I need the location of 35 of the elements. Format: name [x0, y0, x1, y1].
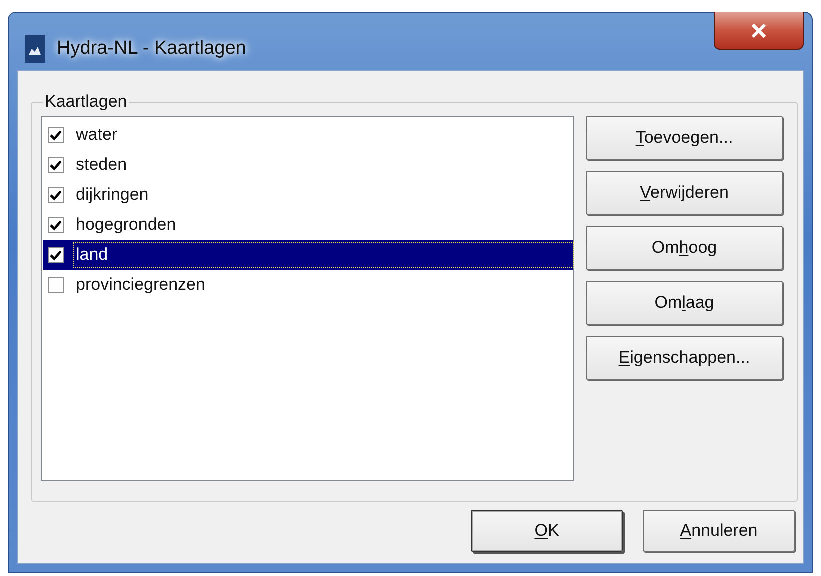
action-button[interactable]: Eigenschappen...	[586, 336, 783, 380]
layer-name: hogegronden	[75, 214, 178, 236]
checkbox[interactable]	[48, 187, 64, 203]
layer-item[interactable]: provinciegrenzen	[43, 270, 573, 300]
action-button[interactable]: Omhoog	[586, 226, 783, 270]
layer-item[interactable]: hogegronden	[43, 210, 573, 240]
group-label: Kaartlagen	[44, 92, 128, 112]
checkbox[interactable]	[48, 247, 64, 263]
checkbox[interactable]	[48, 127, 64, 143]
window-title: Hydra-NL - Kaartlagen	[57, 38, 246, 60]
checkbox[interactable]	[48, 157, 64, 173]
action-button[interactable]: Toevoegen...	[586, 116, 783, 160]
check-icon	[50, 220, 62, 230]
checkbox[interactable]	[48, 217, 64, 233]
layer-item[interactable]: steden	[43, 150, 573, 180]
layer-name: land	[74, 243, 573, 267]
dialog-button[interactable]: Annuleren	[643, 510, 795, 552]
action-button[interactable]: Omlaag	[586, 281, 783, 325]
close-button[interactable]	[714, 12, 804, 50]
checkbox[interactable]	[48, 277, 64, 293]
dialog-button[interactable]: OK	[471, 510, 623, 552]
layer-item[interactable]: water	[43, 120, 573, 150]
close-icon	[751, 24, 767, 38]
layer-name: dijkringen	[75, 184, 150, 206]
check-icon	[50, 250, 62, 260]
layer-name: water	[75, 124, 119, 146]
check-icon	[50, 160, 62, 170]
layer-item[interactable]: dijkringen	[43, 180, 573, 210]
layer-item[interactable]: land	[43, 240, 573, 270]
action-button[interactable]: Verwijderen	[586, 171, 783, 215]
check-icon	[50, 130, 62, 140]
layer-name: steden	[75, 154, 128, 176]
check-icon	[50, 190, 62, 200]
layer-name: provinciegrenzen	[75, 274, 206, 296]
app-icon	[25, 35, 45, 63]
